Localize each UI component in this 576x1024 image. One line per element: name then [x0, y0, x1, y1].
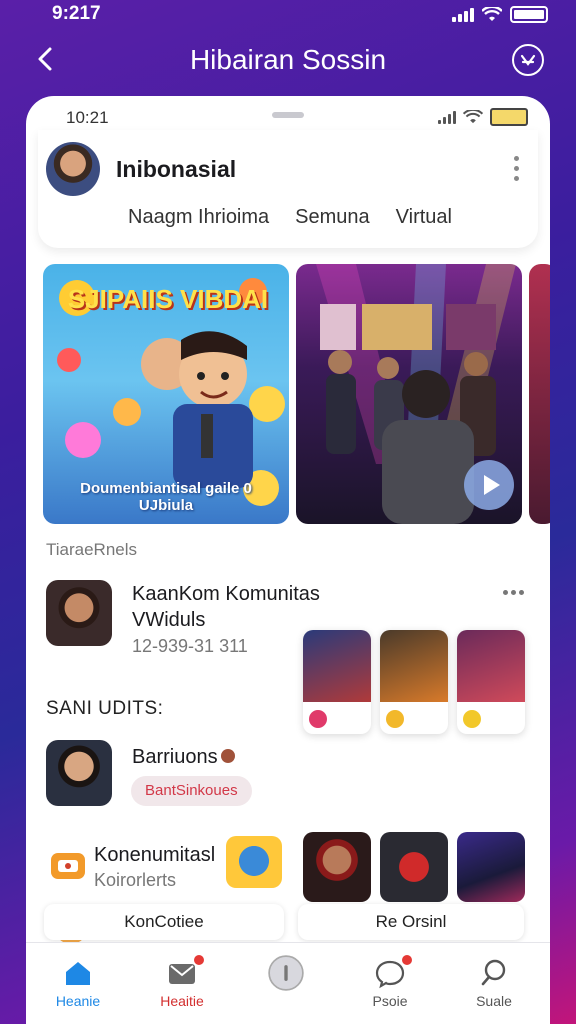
battery-icon [510, 6, 548, 23]
artist-avatar[interactable] [46, 740, 112, 806]
row-title[interactable]: Konenumitasl [94, 844, 215, 867]
signal-icon [452, 7, 474, 22]
community-title[interactable]: KaanKom Komunitas [132, 583, 320, 606]
badge-icon[interactable] [512, 44, 544, 76]
section-label: TiaraeRnels [46, 540, 138, 559]
nav-label: Psoie [372, 993, 408, 1009]
media-carousel: SJIPAIIS VIBDAI Doumenbiantisal gaile 0 … [43, 264, 550, 524]
media-thumbnail[interactable] [303, 630, 371, 734]
media-thumbnail[interactable] [457, 630, 525, 734]
nav-search[interactable]: Suale [442, 943, 546, 1024]
poster-title: SJIPAIIS VIBDAI [67, 284, 269, 314]
tv-icon[interactable] [48, 846, 88, 886]
nav-label: Suale [476, 993, 512, 1009]
media-thumbnail[interactable] [380, 630, 448, 734]
next-card-peek[interactable] [529, 264, 550, 524]
community-subtitle: VWiduls [132, 609, 206, 631]
pill-button[interactable]: Re Orsinl [298, 904, 524, 940]
media-thumbnail[interactable] [380, 832, 448, 902]
tab-bar: Naagm Ihrioima Semuna Virtual [128, 206, 452, 229]
community-meta: 12-939-31 311 [132, 636, 248, 656]
tab-item[interactable]: Naagm Ihrioima [128, 206, 269, 229]
profile-header: Inibonasial Naagm Ihrioima Semuna Virtua… [38, 130, 538, 248]
play-icon[interactable] [464, 460, 514, 510]
nav-label: Heaitie [160, 993, 204, 1009]
more-options-icon[interactable] [514, 156, 520, 181]
media-thumbnail[interactable] [303, 832, 371, 902]
inner-status-time: 10:21 [66, 108, 109, 127]
inner-status-icons [438, 108, 528, 126]
status-time: 9:217 [52, 3, 101, 24]
more-options-icon[interactable] [503, 590, 524, 595]
section-label: SANI UDITS: [46, 698, 164, 719]
battery-icon [490, 108, 528, 126]
notification-dot [192, 953, 206, 967]
poster-subtitle: Doumenbiantisal gaile 0 UJbiula [80, 480, 252, 514]
drag-handle[interactable] [272, 112, 304, 118]
status-bar: 9:217 [0, 0, 576, 30]
nav-label: Heanie [55, 993, 101, 1009]
page-title: Hibairan Sossin [189, 44, 387, 75]
pill-button[interactable]: KonCotiee [44, 904, 284, 940]
tab-item[interactable]: Semuna [295, 206, 370, 229]
profile-name: Inibonasial [116, 156, 237, 182]
nav-messages[interactable]: Heaitie [130, 943, 234, 1024]
mascot-icon[interactable] [226, 836, 282, 888]
video-card[interactable] [296, 264, 522, 524]
tab-item[interactable]: Virtual [396, 206, 452, 229]
avatar[interactable] [46, 142, 100, 196]
home-icon [66, 962, 90, 985]
star-icon [463, 710, 481, 728]
app-header: Hibairan Sossin [0, 36, 576, 86]
media-thumbnail[interactable] [457, 832, 525, 902]
nav-chat[interactable]: Psoie [338, 943, 442, 1024]
content-card: 10:21 Inibonasial Naagm Ihrioima Semuna … [26, 96, 550, 1024]
heart-icon [309, 710, 327, 728]
verified-icon [221, 749, 235, 763]
signal-icon [438, 110, 456, 124]
center-icon [268, 955, 304, 991]
artist-tag[interactable]: BantSinkoues [131, 776, 252, 806]
poster-card[interactable]: SJIPAIIS VIBDAI Doumenbiantisal gaile 0 … [43, 264, 289, 524]
nav-home[interactable]: Heanie [26, 943, 130, 1024]
artist-name[interactable]: Barriuons [132, 746, 218, 769]
notification-dot [400, 953, 414, 967]
bell-icon [386, 710, 404, 728]
nav-center[interactable] [234, 943, 338, 1024]
search-icon [481, 959, 506, 986]
wifi-icon [463, 109, 483, 123]
community-thumbnail[interactable] [46, 580, 112, 646]
row-subtitle: Koirorlerts [94, 870, 177, 890]
bottom-nav: Heanie Heaitie Psoie Suale [26, 942, 550, 1024]
wifi-icon [482, 6, 502, 21]
status-icons [452, 6, 548, 23]
